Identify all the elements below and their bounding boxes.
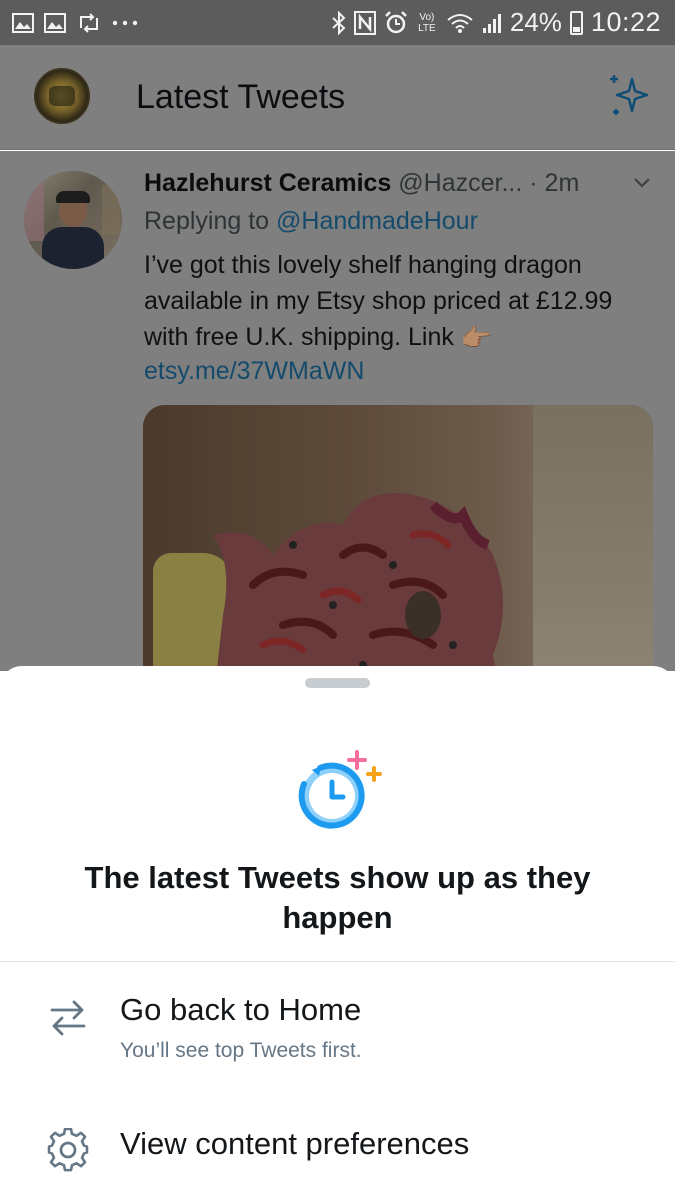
reply-context: Replying to @HandmadeHour: [144, 207, 478, 236]
image-icon: [44, 12, 66, 33]
author-name[interactable]: Hazlehurst Ceramics: [144, 169, 391, 197]
go-back-home-subtitle: You’ll see top Tweets first.: [120, 1039, 362, 1062]
swap-arrows-icon: [50, 1000, 86, 1036]
reply-prefix: Replying to: [144, 207, 277, 235]
sheet-drag-handle[interactable]: [305, 678, 370, 688]
gear-icon: [47, 1128, 89, 1172]
go-back-home-label: Go back to Home: [120, 992, 362, 1027]
nfc-icon: [353, 10, 376, 35]
volte-icon: Vo) LTE: [418, 11, 436, 34]
status-bar-right: Vo) LTE 24% 10:22: [332, 7, 675, 38]
divider: [0, 961, 675, 962]
battery-percent: 24%: [509, 7, 562, 37]
status-bar: Vo) LTE 24% 10:22: [0, 0, 675, 45]
battery-icon: [569, 10, 583, 35]
author-avatar[interactable]: [24, 171, 122, 269]
pointing-hand-icon: 👉🏽: [460, 324, 492, 353]
go-back-home-option[interactable]: Go back to Home You’ll see top Tweets fi…: [0, 986, 675, 1086]
image-icon: [12, 12, 34, 33]
reply-handle-link[interactable]: @HandmadeHour: [276, 207, 478, 235]
author-handle[interactable]: @Hazcer...: [398, 169, 522, 197]
wifi-icon: [447, 13, 473, 33]
tweet-text: I’ve got this lovely shelf hanging drago…: [144, 247, 644, 356]
clock-refresh-icon: [298, 750, 382, 829]
timeline: Hazlehurst Ceramics @Hazcer... · 2m Repl…: [0, 151, 675, 671]
content-preferences-option[interactable]: View content preferences: [0, 1122, 675, 1192]
tweet-link[interactable]: etsy.me/37WMaWN: [144, 357, 364, 386]
account-avatar[interactable]: [34, 68, 90, 124]
sparkle-icon[interactable]: [604, 71, 652, 119]
alarm-icon: [384, 10, 407, 33]
page-title: Latest Tweets: [136, 78, 346, 116]
app-header: Latest Tweets: [0, 45, 675, 150]
content-preferences-label: View content preferences: [120, 1126, 470, 1161]
bottom-sheet: The latest Tweets show up as they happen…: [0, 666, 675, 1200]
retweet-icon: [80, 12, 98, 33]
chevron-down-icon[interactable]: [633, 177, 651, 189]
tweet-time: · 2m: [529, 169, 580, 197]
more-dots-icon: [112, 20, 138, 25]
tweet-header: Hazlehurst Ceramics @Hazcer... · 2m: [144, 169, 579, 198]
bluetooth-icon: [332, 10, 346, 35]
signal-icon: [482, 13, 501, 33]
tweet-text-content: I’ve got this lovely shelf hanging drago…: [144, 251, 613, 351]
sheet-title: The latest Tweets show up as they happen: [84, 860, 591, 935]
dragon-image: [213, 493, 503, 671]
status-bar-left: [0, 12, 138, 33]
tweet-media-image[interactable]: [143, 405, 653, 671]
clock-time: 10:22: [590, 7, 661, 37]
